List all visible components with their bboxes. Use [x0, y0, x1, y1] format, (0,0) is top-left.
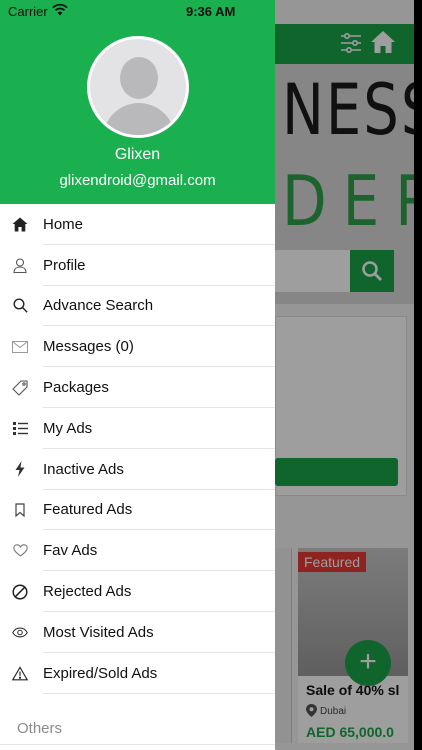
- menu-item-label: My Ads: [43, 419, 93, 437]
- list-icon: [12, 420, 28, 436]
- envelope-icon: [12, 339, 28, 355]
- menu-item-label: Packages: [43, 379, 109, 397]
- drawer-header: Carrier 9:36 AM Glixen glixendroid@gmail…: [0, 0, 275, 204]
- heart-icon: [12, 543, 28, 559]
- menu-item-fav-ads[interactable]: Fav Ads: [0, 530, 275, 572]
- user-icon: [12, 257, 28, 273]
- home-icon: [12, 216, 28, 232]
- bookmark-icon: [12, 502, 28, 518]
- user-name: Glixen: [114, 146, 161, 163]
- user-email: glixendroid@gmail.com: [59, 172, 216, 189]
- menu-item-inactive-ads[interactable]: Inactive Ads: [0, 449, 275, 490]
- section-header-others: Others: [17, 720, 63, 737]
- drawer-menu: Home Profile Advance Search Messages (0): [0, 204, 275, 694]
- divider: [0, 744, 275, 745]
- menu-item-label: Profile: [43, 256, 86, 274]
- eye-icon: [12, 624, 28, 640]
- menu-item-label: Messages (0): [43, 338, 134, 356]
- menu-item-home[interactable]: Home: [0, 204, 275, 245]
- menu-item-label: Fav Ads: [43, 542, 98, 560]
- menu-item-label: Advance Search: [43, 297, 154, 315]
- search-icon: [12, 298, 28, 314]
- menu-item-label: Inactive Ads: [43, 460, 124, 478]
- menu-item-label: Rejected Ads: [43, 583, 132, 601]
- menu-item-featured-ads[interactable]: Featured Ads: [0, 490, 275, 531]
- menu-item-my-ads[interactable]: My Ads: [0, 408, 275, 449]
- menu-item-most-visited-ads[interactable]: Most Visited Ads: [0, 612, 275, 653]
- menu-item-label: Featured Ads: [43, 501, 133, 519]
- tag-icon: [12, 380, 28, 396]
- menu-item-label: Expired/Sold Ads: [43, 664, 158, 682]
- avatar-body: [103, 103, 175, 135]
- menu-item-messages[interactable]: Messages (0): [0, 326, 275, 368]
- warning-icon: [12, 665, 28, 681]
- menu-item-profile[interactable]: Profile: [0, 245, 275, 286]
- menu-item-expired-sold-ads[interactable]: Expired/Sold Ads: [0, 653, 275, 694]
- navigation-drawer: Carrier 9:36 AM Glixen glixendroid@gmail…: [0, 0, 275, 750]
- carrier-label: Carrier: [8, 4, 48, 19]
- avatar[interactable]: [87, 36, 189, 138]
- menu-item-advance-search[interactable]: Advance Search: [0, 286, 275, 327]
- menu-item-label: Home: [43, 215, 84, 233]
- menu-item-packages[interactable]: Packages: [0, 367, 275, 408]
- bolt-icon: [12, 461, 28, 478]
- menu-item-rejected-ads[interactable]: Rejected Ads: [0, 571, 275, 612]
- ban-icon: [12, 584, 28, 600]
- menu-item-label: Most Visited Ads: [43, 623, 154, 641]
- screen-edge: [414, 0, 422, 750]
- wifi-icon: [52, 3, 68, 16]
- status-time: 9:36 AM: [186, 4, 236, 19]
- avatar-head: [120, 57, 158, 99]
